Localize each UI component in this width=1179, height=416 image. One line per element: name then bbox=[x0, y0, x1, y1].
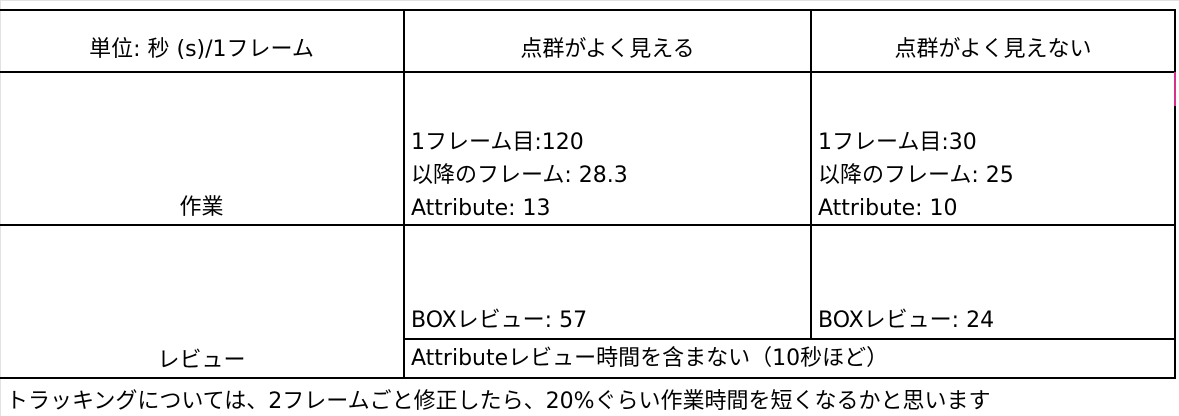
table-border-header bbox=[0, 71, 1176, 73]
work-not-visible-later-frames: 以降のフレーム: 25 bbox=[818, 163, 1014, 188]
work-visible-attribute: Attribute: 13 bbox=[411, 196, 551, 221]
work-visible-later-frames: 以降のフレーム: 28.3 bbox=[411, 163, 628, 188]
work-not-visible-attribute: Attribute: 10 bbox=[818, 196, 958, 221]
review-not-visible-cell[interactable]: BOXレビュー: 24 bbox=[818, 305, 994, 337]
review-note-cell[interactable]: Attributeレビュー時間を含まない（10秒ほど） bbox=[411, 343, 888, 375]
review-visible-cell[interactable]: BOXレビュー: 57 bbox=[411, 305, 587, 337]
work-visible-first-frame: 1フレーム目:120 bbox=[411, 130, 584, 155]
work-label-cell[interactable]: 作業 bbox=[0, 192, 403, 224]
table-border-right bbox=[1174, 9, 1176, 379]
work-not-visible-cell[interactable]: 1フレーム目:30 以降のフレーム: 25 Attribute: 10 bbox=[818, 126, 1014, 225]
table-border-review-split bbox=[405, 338, 1176, 340]
spreadsheet-sheet: 単位: 秒 (s)/1フレーム 点群がよく見える 点群がよく見えない 作業 1フ… bbox=[0, 0, 1179, 416]
selection-indicator bbox=[1174, 72, 1176, 106]
table-border-top bbox=[0, 9, 1176, 11]
gridline bbox=[0, 0, 1179, 1]
work-visible-cell[interactable]: 1フレーム目:120 以降のフレーム: 28.3 Attribute: 13 bbox=[411, 126, 628, 225]
work-not-visible-first-frame: 1フレーム目:30 bbox=[818, 130, 977, 155]
header-visible-cell[interactable]: 点群がよく見える bbox=[405, 34, 810, 66]
header-not-visible-cell[interactable]: 点群がよく見えない bbox=[812, 34, 1174, 66]
table-border-review bbox=[0, 377, 1176, 379]
unit-label-cell[interactable]: 単位: 秒 (s)/1フレーム bbox=[0, 34, 403, 66]
review-label-cell[interactable]: レビュー bbox=[0, 345, 403, 377]
footer-note-cell[interactable]: トラッキングについては、2フレームごと修正したら、20%ぐらい作業時間を短くなる… bbox=[6, 386, 990, 416]
